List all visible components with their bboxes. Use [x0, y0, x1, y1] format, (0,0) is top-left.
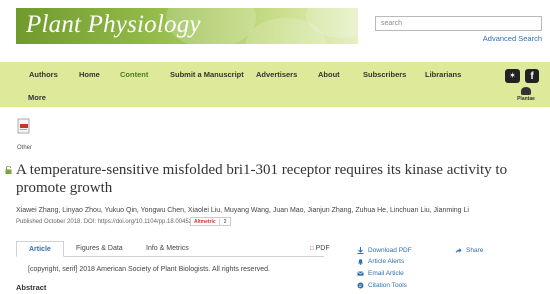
- download-icon: [357, 247, 364, 254]
- citation-tools-label: Citation Tools: [368, 282, 407, 289]
- article-tabs: Article Figures & Data Info & Metrics □ P…: [16, 241, 330, 257]
- nav-item-about[interactable]: About: [318, 70, 340, 79]
- search-input[interactable]: search: [375, 16, 542, 31]
- pdf-icon: □: [310, 246, 314, 252]
- nav-item-home[interactable]: Home: [79, 70, 100, 79]
- site-header: Plant Physiology search Advanced Search: [0, 0, 550, 62]
- altmetric-label: Altmetric: [191, 218, 219, 225]
- share-icon: [455, 248, 462, 253]
- article-title: A temperature-sensitive misfolded bri1-3…: [16, 162, 508, 196]
- main-nav: Authors Home Content Submit a Manuscript…: [0, 62, 550, 107]
- email-article-label: Email Article: [368, 270, 404, 277]
- twitter-icon[interactable]: ✶: [505, 69, 520, 83]
- share-link[interactable]: Share: [455, 247, 483, 254]
- nav-item-advertisers[interactable]: Advertisers: [256, 70, 297, 79]
- journal-title: Plant Physiology: [26, 11, 201, 38]
- nav-item-librarians[interactable]: Librarians: [425, 70, 461, 79]
- abstract-heading: Abstract: [16, 283, 47, 292]
- share-label: Share: [466, 247, 484, 254]
- altmetric-badge[interactable]: Altmetric 2: [190, 217, 232, 226]
- tab-article[interactable]: Article: [16, 241, 64, 257]
- publication-info: Published October 2018. DOI: https://doi…: [16, 219, 193, 225]
- article-section-label: Other: [17, 145, 33, 151]
- envelope-icon: [357, 271, 364, 276]
- plantae-logo[interactable]: Plantae: [512, 87, 540, 103]
- tab-info-metrics[interactable]: Info & Metrics: [134, 241, 201, 257]
- article-alerts-link[interactable]: Article Alerts: [357, 258, 404, 265]
- nav-item-subscribers[interactable]: Subscribers: [363, 70, 406, 79]
- copyright-text: [copyright, serif] 2018 American Society…: [28, 266, 271, 273]
- altmetric-count: 2: [218, 218, 231, 225]
- download-pdf-label: Download PDF: [368, 247, 412, 254]
- document-icon: [17, 118, 30, 134]
- nav-item-authors[interactable]: Authors: [29, 70, 58, 79]
- email-article-link[interactable]: Email Article: [357, 270, 404, 277]
- advanced-search-link[interactable]: Advanced Search: [483, 34, 542, 43]
- download-pdf-link[interactable]: Download PDF: [357, 247, 412, 254]
- nav-item-submit[interactable]: Submit a Manuscript: [170, 70, 244, 79]
- open-access-lock-icon: [5, 166, 12, 174]
- journal-banner[interactable]: Plant Physiology: [16, 8, 358, 44]
- tab-pdf[interactable]: □ PDF: [298, 241, 342, 257]
- nav-item-content[interactable]: Content: [120, 70, 148, 79]
- tab-pdf-label: PDF: [315, 245, 330, 252]
- tab-figures-data[interactable]: Figures & Data: [64, 241, 135, 257]
- facebook-icon[interactable]: f: [525, 69, 539, 83]
- author-list[interactable]: Xiawei Zhang, Linyao Zhou, Yukuo Qin, Yo…: [16, 207, 469, 214]
- nav-item-more[interactable]: More: [28, 93, 46, 102]
- quote-icon: [357, 282, 364, 289]
- citation-tools-link[interactable]: Citation Tools: [357, 282, 407, 289]
- bell-icon: [358, 259, 363, 265]
- article-alerts-label: Article Alerts: [368, 258, 405, 265]
